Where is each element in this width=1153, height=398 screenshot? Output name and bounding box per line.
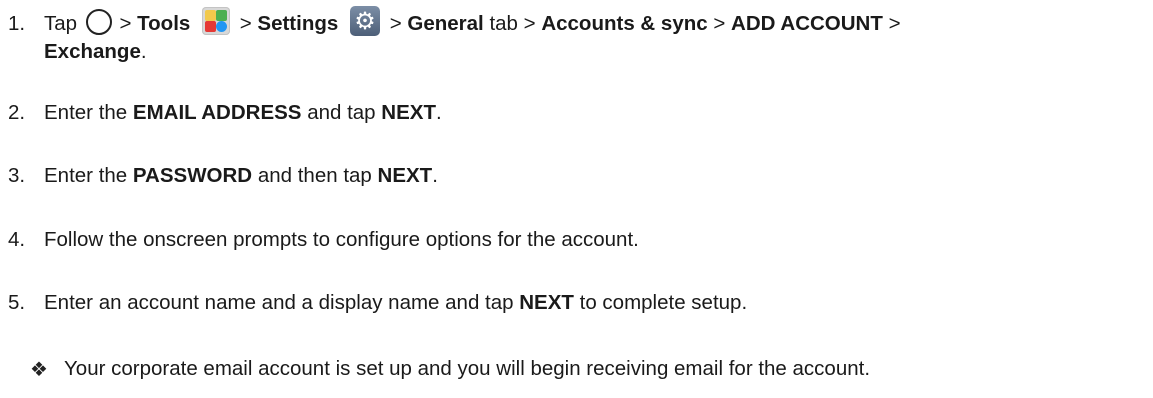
next-label: NEXT	[519, 291, 574, 314]
general-label: General	[407, 12, 484, 35]
step-text: Enter the PASSWORD and then tap NEXT.	[44, 164, 438, 187]
step-number: 2.	[8, 101, 26, 124]
step-number: 4.	[8, 228, 26, 251]
step-text: Enter the EMAIL ADDRESS and tap NEXT.	[44, 101, 442, 124]
accounts-sync-label: Accounts & sync	[541, 12, 708, 35]
exchange-label: Exchange	[44, 40, 141, 63]
diamond-bullet-icon: ❖	[30, 357, 48, 381]
email-address-label: EMAIL ADDRESS	[132, 101, 302, 124]
next-label: NEXT	[377, 164, 433, 187]
add-account-label: ADD ACCOUNT	[731, 12, 883, 35]
step-number: 1.	[8, 12, 26, 35]
result-text: Your corporate email account is set up a…	[64, 357, 871, 380]
home-circle-icon	[85, 8, 112, 35]
tools-label: Tools	[137, 12, 191, 35]
step-text: Tap > Tools > Settings ⚙ > General tab >…	[44, 5, 901, 63]
step-number: 5.	[8, 291, 26, 314]
tools-folder-icon	[202, 6, 231, 35]
next-label: NEXT	[381, 101, 436, 124]
password-label: PASSWORD	[132, 164, 253, 187]
settings-label: Settings	[257, 12, 339, 35]
step-number: 3.	[8, 164, 26, 187]
step-text: Follow the onscreen prompts to configure…	[44, 228, 639, 251]
step-text: Enter an account name and a display name…	[44, 291, 748, 314]
settings-gear-icon: ⚙	[349, 5, 380, 36]
